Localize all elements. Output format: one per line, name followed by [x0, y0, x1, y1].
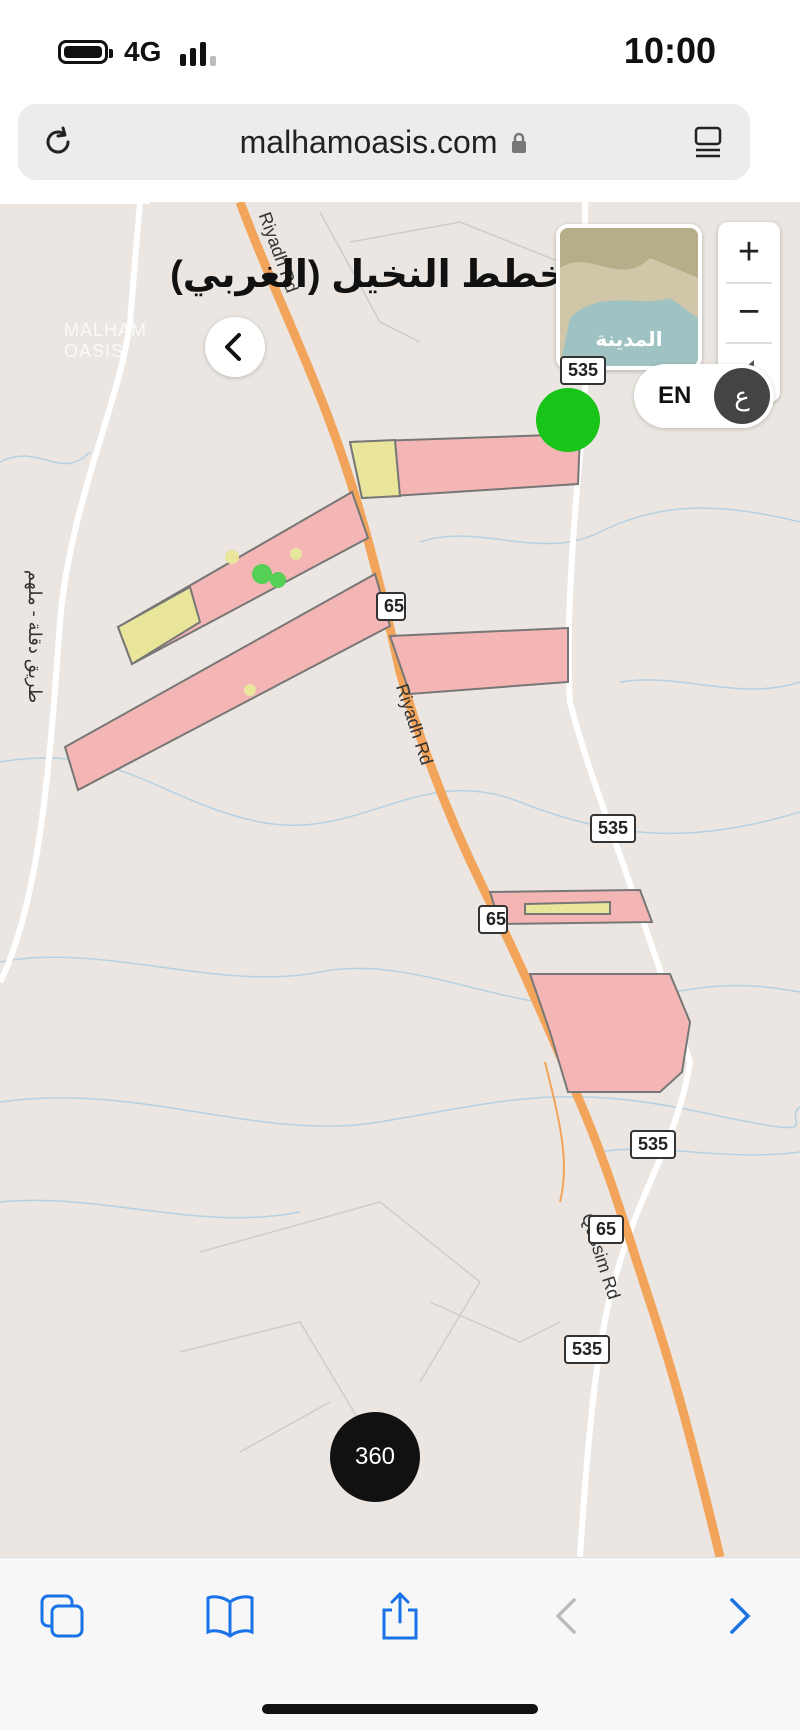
back-button[interactable] [205, 317, 265, 377]
reader-icon[interactable] [688, 122, 728, 162]
bookmarks-icon[interactable] [202, 1588, 258, 1644]
map-view[interactable]: MALHAM OASIS Riyadh Rd Riyadh Rd Qassim … [0, 202, 800, 1557]
route-shield: 535 [590, 814, 637, 843]
network-type: 4G [124, 36, 162, 67]
clock: 10:00 [623, 30, 716, 71]
road-label: طريق دقلة - ملهم [25, 569, 46, 704]
nav-back-icon[interactable] [540, 1588, 596, 1644]
location-marker[interactable] [536, 388, 600, 452]
route-shield: 535 [630, 1130, 677, 1159]
view-360-button[interactable]: 360 [330, 1412, 420, 1502]
lang-ar[interactable]: ع [714, 368, 770, 424]
route-shield: 65 [376, 592, 406, 621]
minimap-label: المدينة [595, 329, 663, 351]
route-shield: 535 [564, 1335, 611, 1364]
route-shield: 65 [588, 1215, 625, 1244]
signal-icon [180, 40, 220, 66]
lang-en[interactable]: EN [658, 382, 691, 410]
back-chevron-icon [225, 333, 241, 361]
tabs-icon[interactable] [34, 1588, 90, 1644]
zoom-out-button[interactable]: − [718, 282, 780, 342]
watermark: MALHAM OASIS [64, 320, 148, 361]
minimap[interactable]: المدينة [556, 224, 702, 370]
language-toggle[interactable]: EN ع [634, 364, 774, 428]
page-title: مخطط النخيل (الغربي) [170, 254, 590, 296]
zoom-in-button[interactable]: + [718, 222, 780, 282]
route-shield: 535 [560, 356, 607, 385]
home-indicator [262, 1704, 538, 1714]
address-bar[interactable]: malhamoasis.com [18, 104, 750, 180]
battery-icon [58, 40, 113, 64]
share-icon[interactable] [372, 1588, 428, 1644]
url-domain: malhamoasis.com [239, 124, 498, 160]
route-shield: 65 [478, 905, 508, 934]
lock-icon [512, 132, 527, 153]
status-bar: 4G 10:00 [0, 0, 800, 100]
nav-forward-icon[interactable] [710, 1588, 766, 1644]
url-text[interactable]: malhamoasis.com [18, 124, 750, 161]
